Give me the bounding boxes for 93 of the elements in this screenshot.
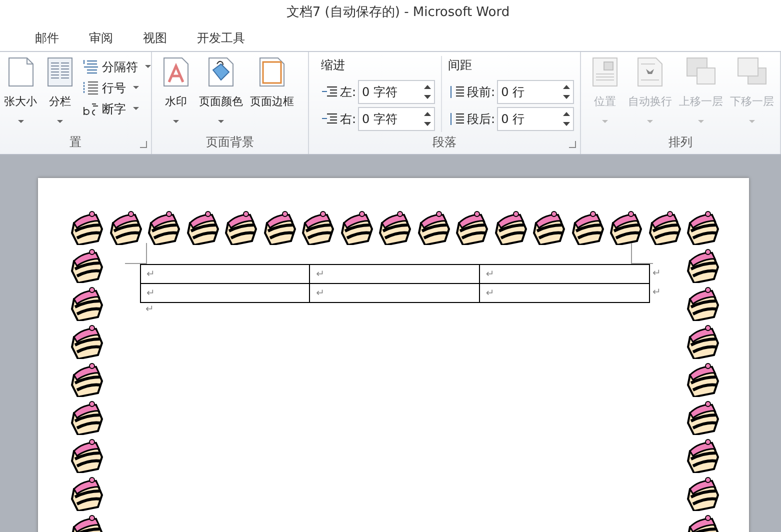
caret-icon [749,120,755,122]
ribbon-tab[interactable]: 开发工具 [184,29,258,47]
cake-icon [686,399,720,435]
dialog-launcher-icon[interactable] [569,141,576,148]
field-label: 右: [340,110,356,128]
caret-icon [145,65,151,68]
caret-icon [133,86,139,89]
caret-icon [18,120,24,122]
table-cell: ↵ [310,264,480,284]
cake-icon [455,209,490,245]
cake-icon [686,247,720,283]
group-label: 排列 [668,134,692,151]
group-heading: 缩进 [321,57,346,74]
ribbon-button[interactable]: 水印 [158,56,194,132]
cake-icon [648,209,682,245]
ribbon-button[interactable]: 页面颜色 [197,56,245,132]
crop-mark [124,243,146,264]
caret-icon [218,120,224,122]
cake-icon [686,437,720,473]
ribbon-button[interactable]: 断字 [81,98,153,119]
caret-icon [57,120,63,122]
cake-icon [532,209,566,245]
cake-icon [686,475,720,511]
cake-icon [378,209,412,245]
spinner-icon [563,112,570,126]
cake-icon [494,209,528,245]
ribbon-button[interactable]: 行号 [81,77,153,98]
group-label: 段落 [432,134,456,151]
indent-right-icon [321,111,338,126]
cake-icon [262,209,297,245]
cake-icon [70,361,104,397]
table-cell: ↵ [479,264,649,284]
cake-icon [340,209,374,245]
caret-icon [602,120,608,122]
spin-field[interactable]: 0 字符 [358,80,436,104]
ribbon-button[interactable]: 分隔符 [81,56,153,77]
table-cell: ↵ [140,264,310,284]
caret-icon [173,120,179,122]
cake-icon [70,323,104,359]
ribbon-button[interactable]: 分栏 [42,56,78,132]
cake-icon [70,399,104,435]
indent-left-icon [321,84,338,99]
caret-icon [133,107,139,110]
field-label: 左: [340,84,356,100]
cake-icon [70,247,104,283]
cake-icon [301,209,336,245]
window-title: 文档7 (自动保存的) - Microsoft Word [285,4,511,22]
ribbon-button[interactable]: 张大小 [2,56,39,132]
spin-field[interactable]: 0 行 [497,106,574,130]
cake-icon [686,209,720,245]
cake-icon [686,361,720,397]
spinner-icon [563,84,570,98]
ribbon-tab[interactable]: 视图 [130,29,180,47]
field-label: 段后: [467,110,496,128]
group-heading: 间距 [448,57,474,74]
spinner-icon [424,112,432,126]
spinner-icon [424,84,432,98]
group-label: 置 [70,134,82,151]
ribbon-tab[interactable]: 审阅 [76,29,126,47]
crop-mark [630,243,652,264]
ribbon-button[interactable]: 页面边框 [248,56,296,132]
table-cell: ↵ [310,284,480,302]
dialog-launcher-icon[interactable] [140,141,147,148]
spin-field[interactable]: 0 字符 [358,106,436,130]
caret-icon [647,120,653,122]
spacing-before-icon [448,84,466,99]
cake-icon [70,475,104,511]
table-cell: ↵ [479,284,649,302]
field-label: 段前: [467,84,496,100]
hyphenation-icon [83,100,99,116]
ribbon-tab[interactable]: 邮件 [22,29,72,47]
cake-icon [224,209,258,245]
cake-icon [70,209,104,245]
cake-icon [416,209,451,245]
cake-icon [609,209,644,245]
line-numbers-icon [83,80,99,96]
paragraph-mark: ↵ [144,303,155,317]
cake-icon [570,209,605,245]
cake-icon [147,209,182,245]
spacing-after-icon [448,111,466,126]
cake-icon [186,209,220,245]
caret-icon [698,120,704,122]
cake-icon [70,285,104,321]
spin-field[interactable]: 0 行 [497,80,574,104]
cake-icon [686,285,720,321]
row-end-mark: ↵ [652,286,661,300]
group-label: 页面背景 [206,134,254,151]
row-end-mark: ↵ [652,267,661,281]
table-cell: ↵ [140,284,310,302]
cake-icon [70,437,104,473]
page-break-icon [83,58,99,74]
cake-icon [108,209,143,245]
cake-icon [686,323,720,359]
